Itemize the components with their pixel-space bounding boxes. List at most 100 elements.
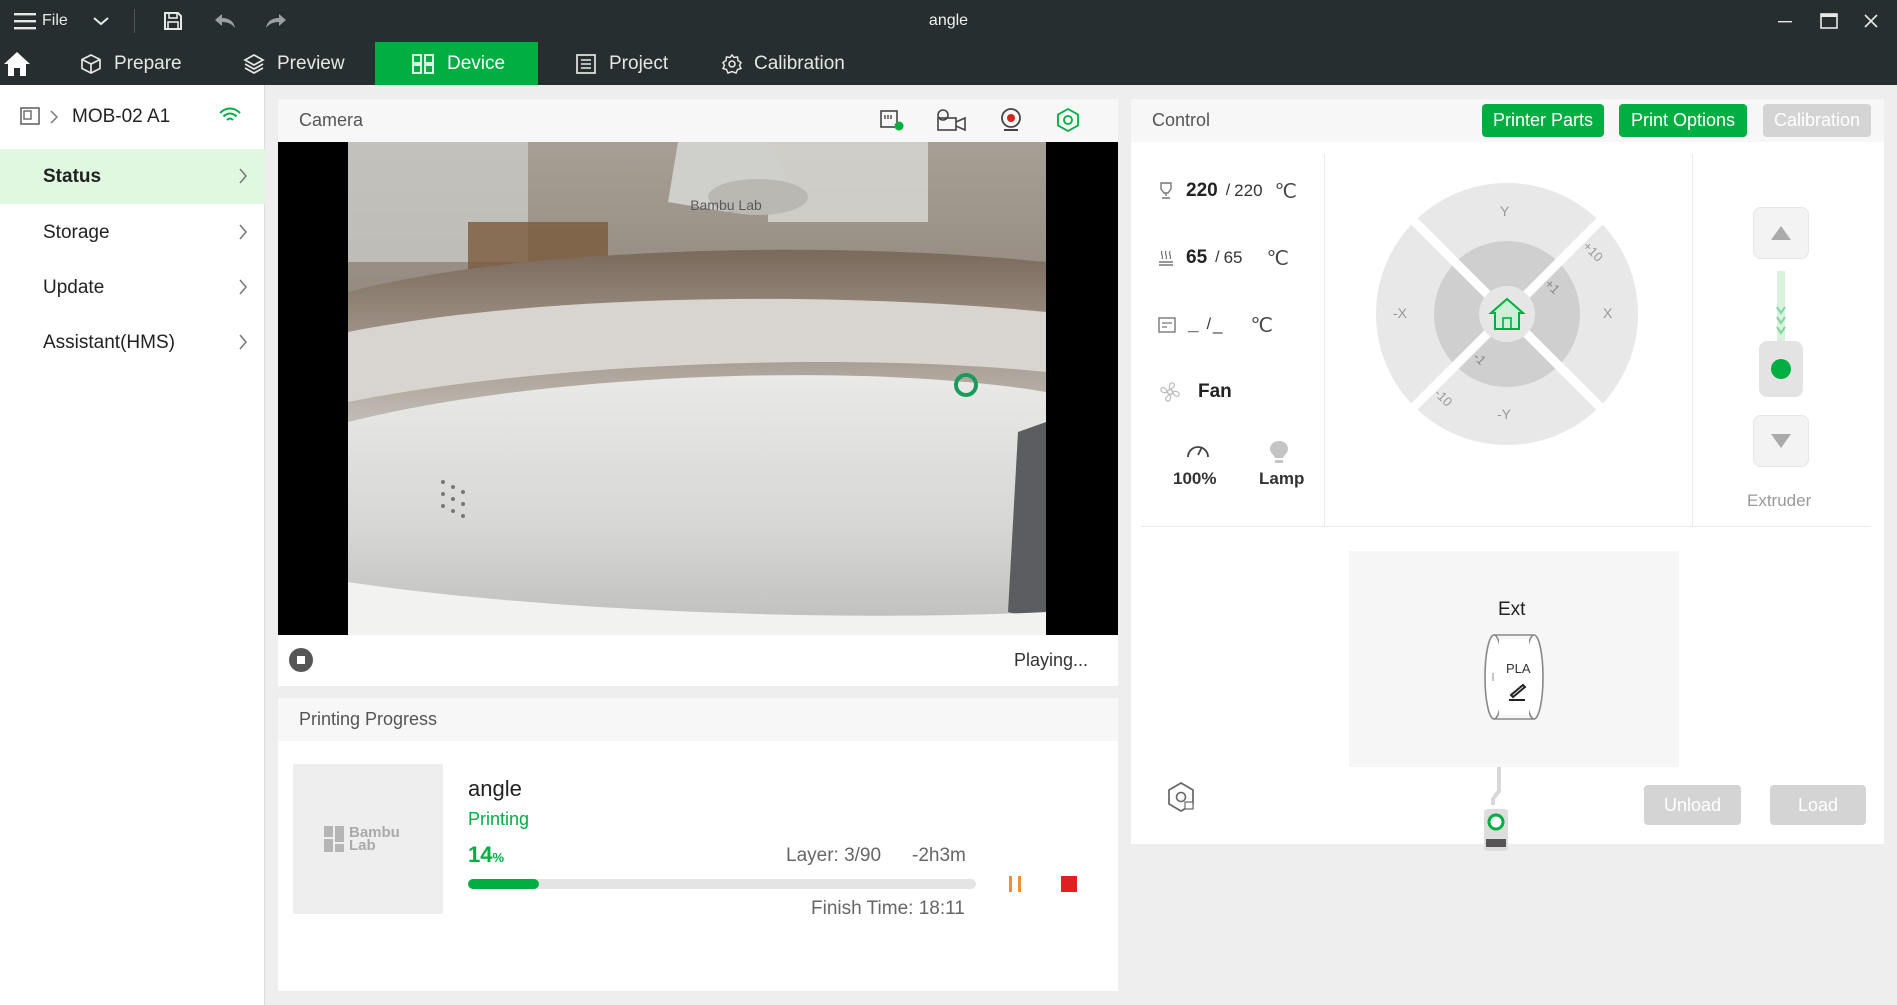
chamber-temp-row[interactable]: _ / _ ℃ bbox=[1158, 310, 1273, 340]
device-icon bbox=[412, 53, 434, 74]
progress-bar bbox=[468, 879, 976, 889]
thumbnail-logo-text: Bambu Lab bbox=[349, 824, 400, 854]
cube-icon bbox=[81, 53, 101, 74]
progress-percent-unit: % bbox=[492, 850, 505, 865]
control-title: Control bbox=[1152, 110, 1211, 130]
sidebar-item-status[interactable]: Status bbox=[0, 149, 265, 204]
nozzle-temp-row[interactable]: 220 / 220 ℃ bbox=[1158, 176, 1297, 206]
camera-feed-image: Bambu Lab bbox=[348, 142, 1046, 635]
tab-label: Preview bbox=[277, 52, 345, 74]
filament-path bbox=[1484, 767, 1508, 851]
unload-button[interactable]: Unload bbox=[1644, 785, 1741, 825]
camera-storage-button[interactable] bbox=[878, 107, 906, 138]
printer-parts-button[interactable]: Printer Parts bbox=[1482, 104, 1604, 137]
progress-header: Printing Progress bbox=[278, 698, 1118, 741]
divider bbox=[1324, 154, 1325, 526]
close-icon bbox=[1864, 14, 1878, 28]
progress-bar-fill bbox=[468, 879, 540, 889]
heatbed-icon bbox=[1159, 250, 1173, 266]
tab-label: Prepare bbox=[114, 52, 182, 74]
close-button[interactable] bbox=[1848, 0, 1894, 42]
progress-percent: 14% bbox=[468, 842, 504, 868]
extruder-slider[interactable] bbox=[1751, 271, 1811, 401]
layer-info: Layer: 3/90 bbox=[786, 845, 882, 866]
redo-button[interactable] bbox=[264, 0, 288, 42]
sidebar-item-storage[interactable]: Storage bbox=[0, 205, 265, 260]
sidebar-item-label: Storage bbox=[43, 221, 110, 243]
extruder-up-button[interactable] bbox=[1753, 207, 1809, 259]
progress-title: Printing Progress bbox=[299, 709, 438, 729]
home-axes-button[interactable] bbox=[1486, 295, 1528, 340]
webcam-icon bbox=[1001, 108, 1021, 131]
calibration-button[interactable]: Calibration bbox=[1763, 104, 1871, 137]
camera-record-button[interactable] bbox=[934, 107, 968, 138]
video-camera-icon bbox=[937, 109, 966, 132]
minimize-button[interactable] bbox=[1762, 0, 1808, 42]
nozzle-icon bbox=[1160, 182, 1172, 199]
gear-icon bbox=[722, 53, 742, 74]
ams-settings-button[interactable] bbox=[1166, 781, 1198, 818]
menu-dropdown-button[interactable] bbox=[92, 0, 110, 42]
fan-label: Fan bbox=[1198, 381, 1232, 402]
extruder-down-button[interactable] bbox=[1753, 415, 1809, 467]
nozzle-temp-target: 220 bbox=[1234, 181, 1263, 200]
bed-temp-slash: / bbox=[1215, 249, 1220, 266]
bambu-logo-icon bbox=[324, 826, 344, 852]
finish-time: Finish Time: 18:11 bbox=[811, 898, 965, 919]
jog-neg-y-label[interactable]: -Y bbox=[1497, 406, 1511, 422]
save-button[interactable] bbox=[162, 0, 184, 42]
list-icon bbox=[576, 53, 596, 74]
tab-device[interactable]: Device bbox=[375, 42, 538, 85]
temperature-column: 220 / 220 ℃ 65 / 65 ℃ _ / _ ℃ Fan 100% L… bbox=[1141, 154, 1323, 526]
print-options-button[interactable]: Print Options bbox=[1619, 104, 1747, 137]
save-icon bbox=[164, 12, 182, 30]
triangle-up-icon bbox=[1771, 226, 1791, 240]
camera-settings-button[interactable] bbox=[1055, 107, 1081, 138]
pause-button[interactable] bbox=[1006, 875, 1024, 898]
title-divider bbox=[134, 9, 135, 33]
tab-label: Calibration bbox=[754, 52, 845, 74]
bed-temp-row[interactable]: 65 / 65 ℃ bbox=[1158, 243, 1289, 273]
camera-feed: Bambu Lab bbox=[278, 142, 1118, 635]
nozzle-temp-slash: / bbox=[1225, 182, 1231, 199]
load-button[interactable]: Load bbox=[1770, 785, 1866, 825]
printer-icon bbox=[20, 107, 40, 125]
external-spool[interactable]: PLA bbox=[1483, 633, 1545, 721]
tab-calibration[interactable]: Calibration bbox=[722, 42, 845, 85]
speedometer-icon bbox=[1187, 446, 1209, 458]
lightbulb-icon bbox=[1270, 441, 1288, 463]
tab-label: Project bbox=[609, 52, 669, 74]
speed-value: 100% bbox=[1173, 469, 1217, 488]
speed-button[interactable]: 100% bbox=[1161, 439, 1231, 499]
main-menu-button[interactable]: File bbox=[14, 0, 68, 42]
device-selector[interactable]: MOB-02 A1 bbox=[0, 85, 265, 149]
lamp-button[interactable]: Lamp bbox=[1245, 439, 1315, 499]
sidebar-item-assistant[interactable]: Assistant(HMS) bbox=[0, 315, 265, 370]
jog-neg-x-label[interactable]: -X bbox=[1393, 305, 1407, 321]
camera-status: Playing... bbox=[1013, 650, 1088, 670]
tab-preview[interactable]: Preview bbox=[243, 42, 345, 85]
fan-button[interactable]: Fan bbox=[1158, 377, 1232, 407]
webcam-button[interactable] bbox=[999, 107, 1023, 138]
tab-project[interactable]: Project bbox=[575, 42, 668, 85]
main-tab-bar: Prepare Preview Device Project Calibrati… bbox=[0, 42, 1897, 85]
tab-prepare[interactable]: Prepare bbox=[80, 42, 182, 85]
camera-header: Camera bbox=[278, 99, 1118, 142]
jog-x-label[interactable]: X bbox=[1603, 305, 1612, 321]
maximize-icon bbox=[1820, 13, 1838, 29]
stop-print-button[interactable] bbox=[1060, 875, 1078, 898]
sidebar-item-update[interactable]: Update bbox=[0, 260, 265, 315]
chamber-temp-unit: ℃ bbox=[1250, 314, 1273, 337]
lamp-label: Lamp bbox=[1259, 469, 1305, 488]
maximize-button[interactable] bbox=[1806, 0, 1852, 42]
job-name: angle bbox=[468, 776, 522, 801]
camera-panel: Camera Bambu Lab Playing... bbox=[278, 99, 1118, 686]
stop-stream-button[interactable] bbox=[288, 647, 314, 678]
chamber-temp-current: _ bbox=[1188, 314, 1199, 335]
home-button[interactable] bbox=[0, 42, 46, 85]
fan-icon bbox=[1160, 382, 1180, 402]
jog-y-label[interactable]: Y bbox=[1500, 203, 1509, 219]
spool-material: PLA bbox=[1506, 661, 1531, 676]
undo-button[interactable] bbox=[213, 0, 237, 42]
tab-label: Device bbox=[447, 52, 506, 74]
